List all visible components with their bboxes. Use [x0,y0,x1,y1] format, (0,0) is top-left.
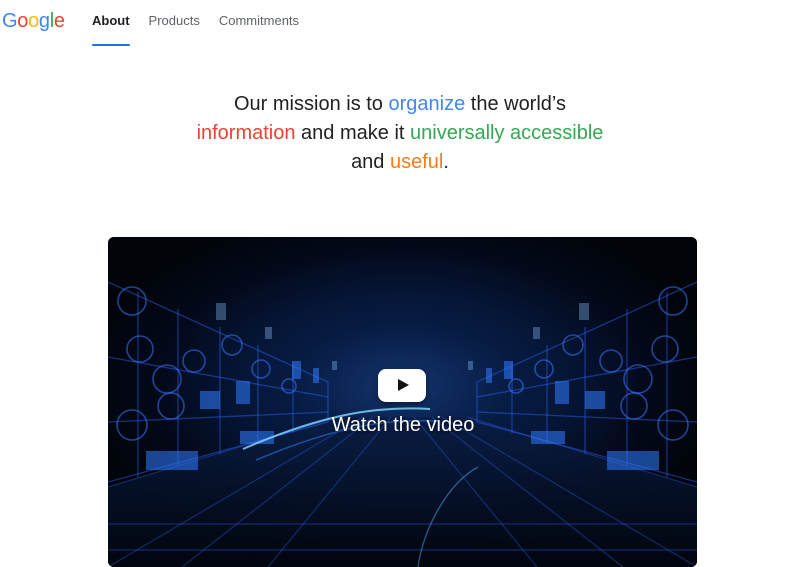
mission-text-part-3: and make it [295,122,411,144]
video-caption: Watch the video [331,414,475,436]
nav-tab-about[interactable]: About [92,0,130,46]
mission-statement: Our mission is to organize the world’s i… [120,90,680,177]
nav-tab-products[interactable]: Products [149,0,200,46]
mission-text-part-5: . [443,151,449,173]
nav-tab-commitments[interactable]: Commitments [219,0,299,46]
mission-text-part-4: and [351,151,390,173]
logo-letter-o-2: o [28,10,39,32]
mission-word-useful: useful [390,151,444,173]
play-icon [398,379,409,391]
mission-word-universally-accessible: universally accessible [410,122,604,144]
video-thumbnail [108,237,697,567]
mission-word-organize: organize [388,93,466,115]
logo-letter-o-1: o [17,10,29,32]
video-player[interactable]: Watch the video [108,237,697,567]
main-nav: About Products Commitments [92,0,318,48]
mission-text-part-2: the world’s [465,93,566,115]
top-navigation: Google About Products Commitments [0,0,800,48]
logo-letter-e: e [53,10,65,32]
mission-word-information: information [196,122,296,144]
play-button[interactable] [378,369,426,402]
mission-text-part-1: Our mission is to [234,93,389,115]
logo-letter-g: G [2,10,18,32]
logo-letter-g-2: g [38,10,50,32]
google-logo[interactable]: Google [2,8,65,34]
